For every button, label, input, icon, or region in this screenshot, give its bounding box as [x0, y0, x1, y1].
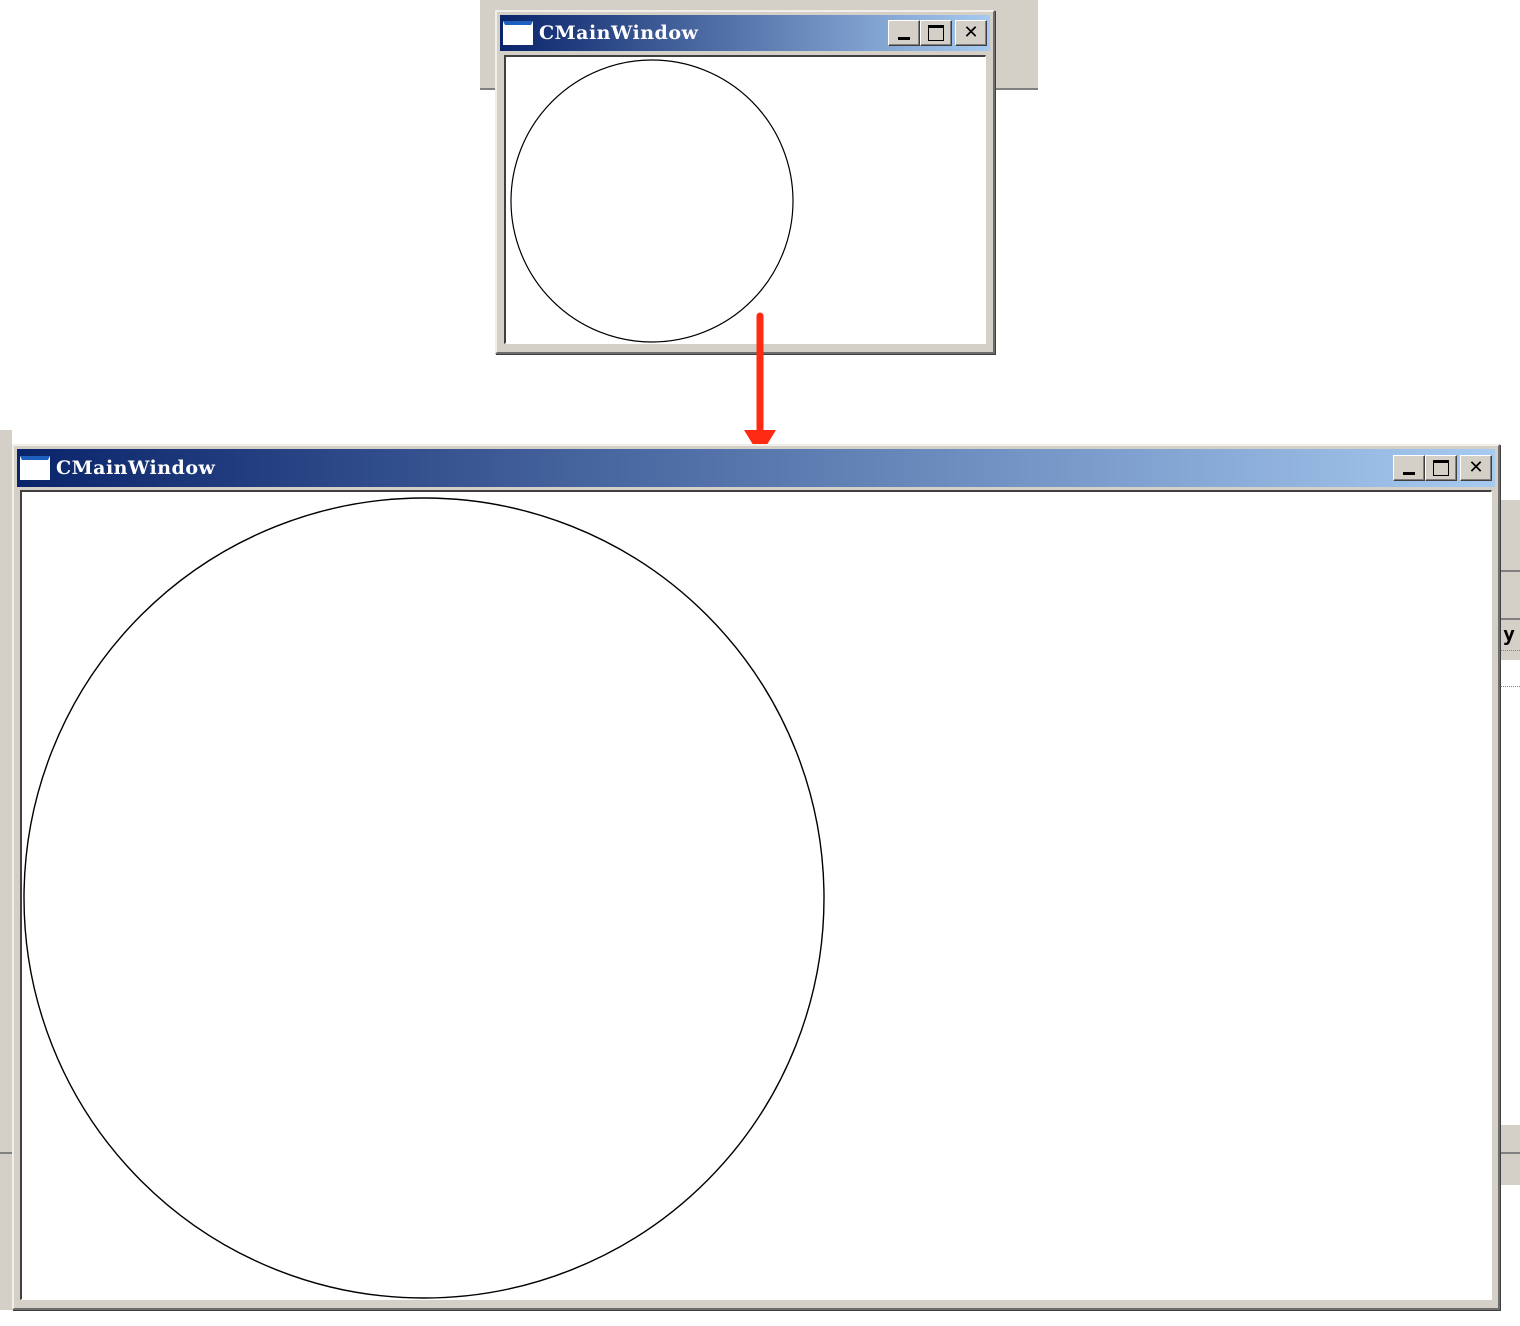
window-title: CMainWindow — [539, 22, 699, 44]
title-bar[interactable]: CMainWindow ✕ — [17, 449, 1495, 487]
minimize-icon — [1403, 472, 1415, 475]
drawn-circle — [23, 497, 825, 1299]
background-window-edge — [0, 1152, 12, 1154]
minimize-button[interactable] — [888, 20, 920, 46]
caption-buttons: ✕ — [888, 20, 987, 46]
maximize-icon — [928, 25, 944, 41]
close-button[interactable]: ✕ — [955, 20, 987, 46]
main-window-small[interactable]: CMainWindow ✕ — [495, 10, 995, 354]
title-bar[interactable]: CMainWindow ✕ — [500, 15, 990, 51]
background-window-strip-right-lower — [1500, 1125, 1520, 1185]
background-dotted-line — [1500, 650, 1520, 651]
maximize-button[interactable] — [920, 20, 952, 46]
close-button[interactable]: ✕ — [1460, 455, 1492, 481]
minimize-icon — [898, 37, 910, 40]
window-app-icon[interactable] — [503, 21, 533, 45]
drawing-canvas — [510, 59, 794, 343]
client-area[interactable] — [20, 490, 1492, 1300]
window-title: CMainWindow — [56, 457, 216, 479]
drawn-circle — [510, 59, 794, 343]
maximize-icon — [1433, 460, 1449, 476]
close-icon: ✕ — [963, 22, 979, 43]
caption-buttons: ✕ — [1393, 455, 1492, 481]
main-window-large[interactable]: CMainWindow ✕ — [12, 444, 1500, 1310]
background-window-edge — [1500, 570, 1520, 572]
client-area[interactable] — [504, 55, 986, 344]
background-dotted-line — [1500, 686, 1520, 687]
resize-arrow-icon — [744, 312, 776, 456]
maximize-button[interactable] — [1425, 455, 1457, 481]
background-partial-text: y — [1503, 622, 1516, 646]
background-window-edge — [1500, 1152, 1520, 1154]
close-icon: ✕ — [1468, 457, 1484, 478]
minimize-button[interactable] — [1393, 455, 1425, 481]
drawing-canvas — [23, 497, 825, 1299]
background-window-edge — [1500, 618, 1520, 620]
window-app-icon[interactable] — [20, 456, 50, 480]
background-window-strip-left — [0, 430, 12, 1310]
